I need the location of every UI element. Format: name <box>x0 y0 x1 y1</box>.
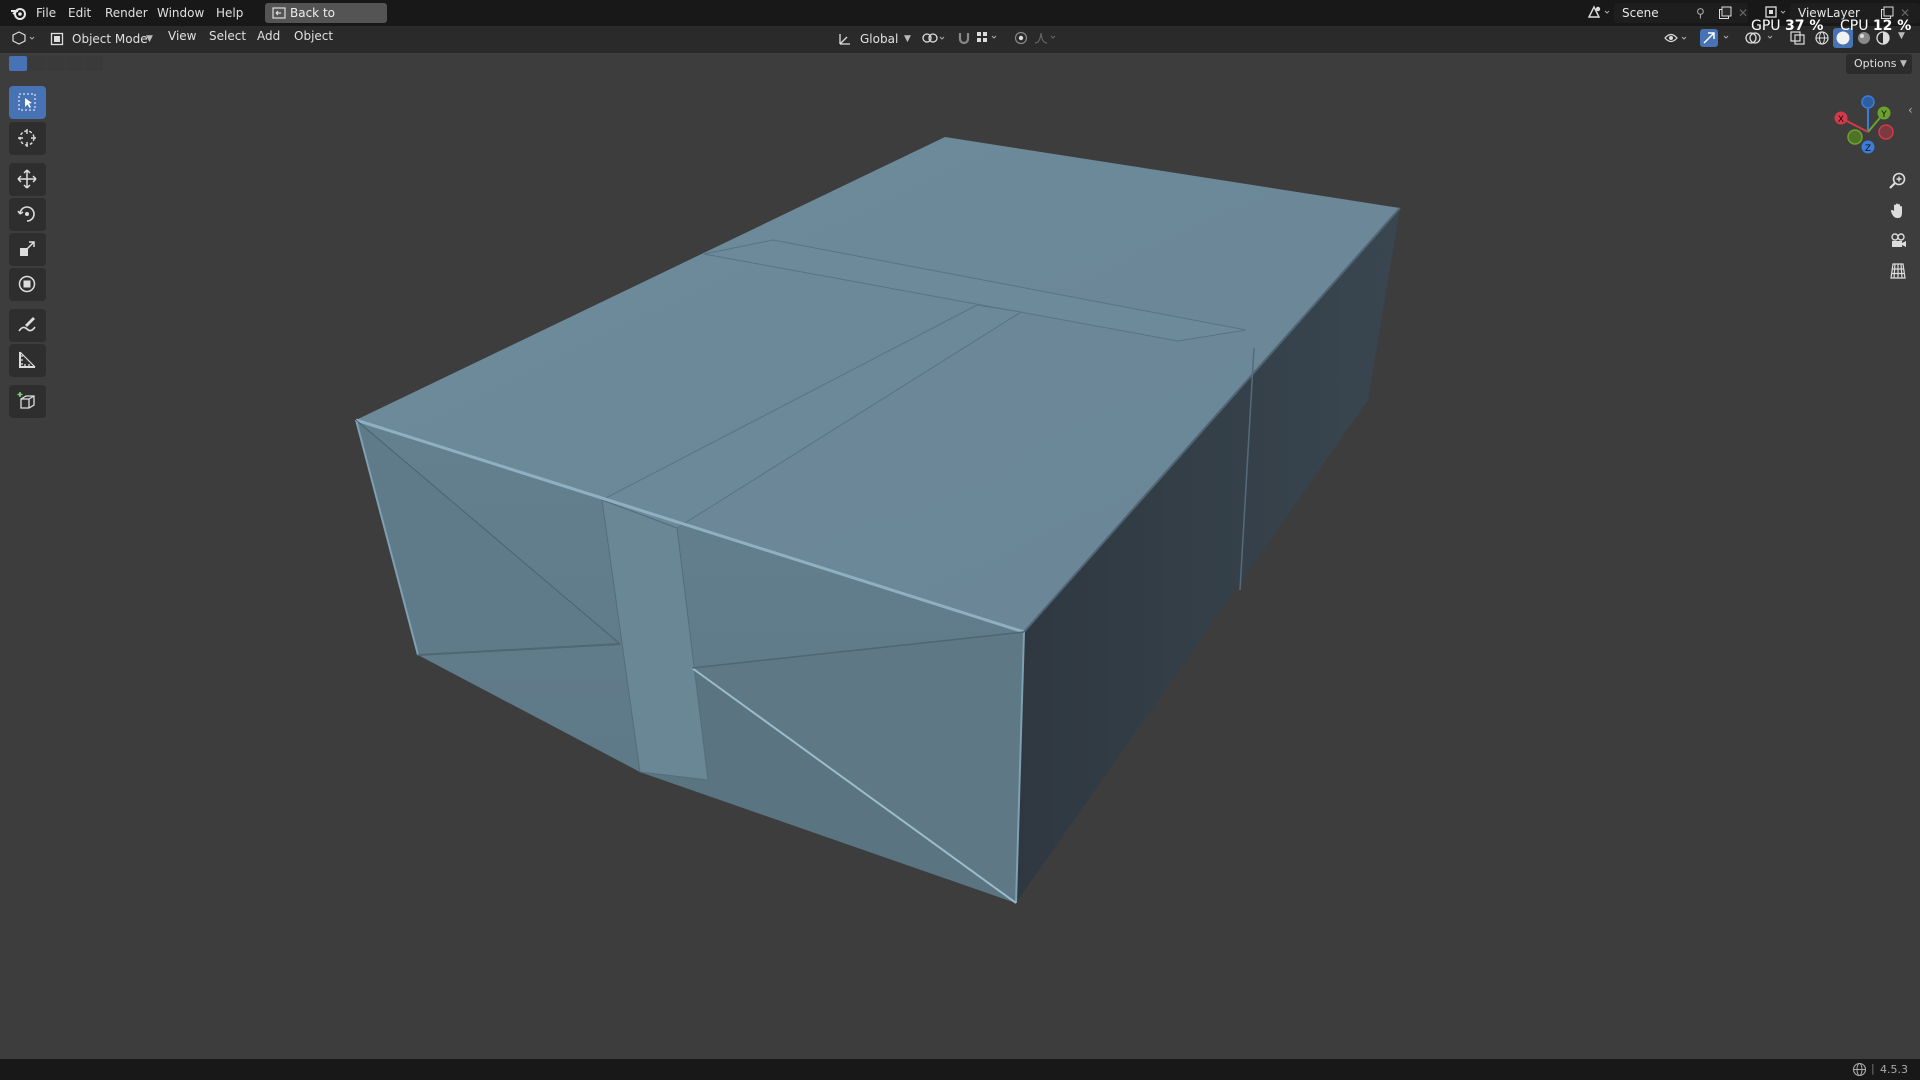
falloff-icon[interactable] <box>1034 31 1060 48</box>
scene-field[interactable]: Scene ⚲ ✕ <box>1614 3 1748 23</box>
hand-icon <box>1890 203 1902 218</box>
version-label: 4.5.3 <box>1880 1063 1908 1076</box>
add-cube-icon <box>17 392 35 409</box>
back-to-previous-button[interactable]: Back to Previous <box>265 3 387 40</box>
gizmo-z-label: Z <box>1865 144 1871 154</box>
menu-add[interactable]: Add <box>253 27 284 45</box>
select-mode-invert-button[interactable] <box>66 56 84 71</box>
gift-box-model[interactable] <box>0 53 1920 1059</box>
network-icon <box>1852 1062 1867 1080</box>
tool-scale[interactable] <box>9 233 46 266</box>
move-icon <box>17 169 37 189</box>
gizmo-z-neg-icon[interactable] <box>1861 95 1875 109</box>
orientation-label: Global <box>860 32 899 46</box>
transform-icon <box>18 275 36 293</box>
measure-icon <box>19 351 36 368</box>
transform-orientation-dropdown[interactable]: Global ▼ <box>838 29 914 49</box>
editor-type-icon[interactable] <box>10 30 40 49</box>
object-mode-icon <box>50 32 64 52</box>
select-mode-new-button[interactable] <box>9 56 27 71</box>
menu-object[interactable]: Object <box>290 27 337 45</box>
orientation-chevron-icon: ▼ <box>904 34 911 44</box>
menu-render[interactable]: Render <box>101 4 152 22</box>
tool-transform[interactable] <box>9 268 46 301</box>
tool-measure[interactable] <box>9 344 46 377</box>
menu-edit[interactable]: Edit <box>64 4 95 22</box>
zoom-icon <box>1889 172 1906 189</box>
menu-file[interactable]: File <box>32 4 60 22</box>
scene-name: Scene <box>1622 6 1659 20</box>
menu-help[interactable]: Help <box>212 4 247 22</box>
tool-cursor[interactable] <box>9 122 46 155</box>
tool-annotate[interactable] <box>9 309 46 342</box>
pivot-point-icon[interactable] <box>922 31 948 48</box>
snap-target-icon[interactable] <box>976 31 1002 48</box>
gpu-value: 37 % <box>1785 18 1824 34</box>
mode-chevron-icon: ▼ <box>146 34 153 44</box>
tool-move[interactable] <box>9 163 46 196</box>
gpu-stat: GPU 37 % <box>1751 18 1823 34</box>
tool-rotate[interactable] <box>9 198 46 231</box>
scale-icon <box>20 241 35 256</box>
status-divider: | <box>1871 1062 1875 1075</box>
camera-icon <box>1891 233 1906 247</box>
tool-add-cube[interactable] <box>9 385 46 418</box>
camera-view-button[interactable] <box>1884 228 1912 254</box>
gizmo-x-neg-icon[interactable] <box>1878 124 1894 140</box>
pin-icon[interactable]: ⚲ <box>1696 3 1705 23</box>
mode-dropdown[interactable]: Object Mode ▼ <box>50 29 156 49</box>
annotate-icon <box>18 317 36 332</box>
cpu-value: 12 % <box>1872 18 1912 34</box>
scene-icon[interactable] <box>1586 4 1612 23</box>
grid-icon <box>1890 263 1906 279</box>
menu-view[interactable]: View <box>164 27 200 45</box>
object-visibility-icon[interactable] <box>1664 31 1692 48</box>
select-mode-intersect-button[interactable] <box>85 56 103 71</box>
gizmo-toggle-icon[interactable] <box>1700 29 1740 50</box>
blender-logo-icon[interactable] <box>10 5 26 24</box>
cursor-icon <box>18 129 36 147</box>
menu-select[interactable]: Select <box>205 27 250 45</box>
ortho-toggle-button[interactable] <box>1884 258 1912 284</box>
navigation-gizmo[interactable]: Y X Z <box>1828 92 1908 172</box>
options-chevron-icon: ▼ <box>1900 59 1907 69</box>
mode-label: Object Mode <box>72 32 148 46</box>
sidebar-toggle-icon[interactable]: ‹ <box>1908 103 1913 117</box>
close-scene-icon[interactable]: ✕ <box>1738 3 1748 23</box>
zoom-button[interactable] <box>1884 168 1912 194</box>
select-mode-extend-button[interactable] <box>28 56 46 71</box>
gizmo-y-label: Y <box>1880 110 1887 120</box>
gizmo-y-neg-icon[interactable] <box>1847 129 1863 145</box>
viewport-header: Object Mode ▼ View Select Add Object Glo… <box>0 26 1920 53</box>
top-bar: File Edit Render Window Help Back to Pre… <box>0 0 1920 40</box>
gizmo-x-label: X <box>1838 115 1844 125</box>
status-bar: | 4.5.3 <box>0 1059 1920 1080</box>
new-scene-icon[interactable] <box>1718 6 1732 26</box>
back-icon <box>272 7 286 19</box>
gpu-label: GPU <box>1751 18 1781 34</box>
orientation-icon <box>838 32 852 52</box>
select-box-icon <box>18 93 36 111</box>
proportional-editing-icon[interactable] <box>1014 31 1028 48</box>
tool-select-box[interactable] <box>9 86 46 119</box>
options-label: Options <box>1854 57 1897 70</box>
menu-window[interactable]: Window <box>153 4 208 22</box>
select-mode-subtract-button[interactable] <box>47 56 65 71</box>
snap-toggle-icon[interactable] <box>956 30 972 49</box>
cpu-label: CPU <box>1840 18 1869 34</box>
cpu-stat: CPU 12 % <box>1840 18 1911 34</box>
pan-button[interactable] <box>1884 198 1912 224</box>
3d-viewport[interactable]: Options ▼ Y X Z ‹ <box>0 53 1920 1059</box>
rotate-icon <box>17 206 35 222</box>
options-dropdown[interactable]: Options ▼ <box>1846 54 1912 74</box>
